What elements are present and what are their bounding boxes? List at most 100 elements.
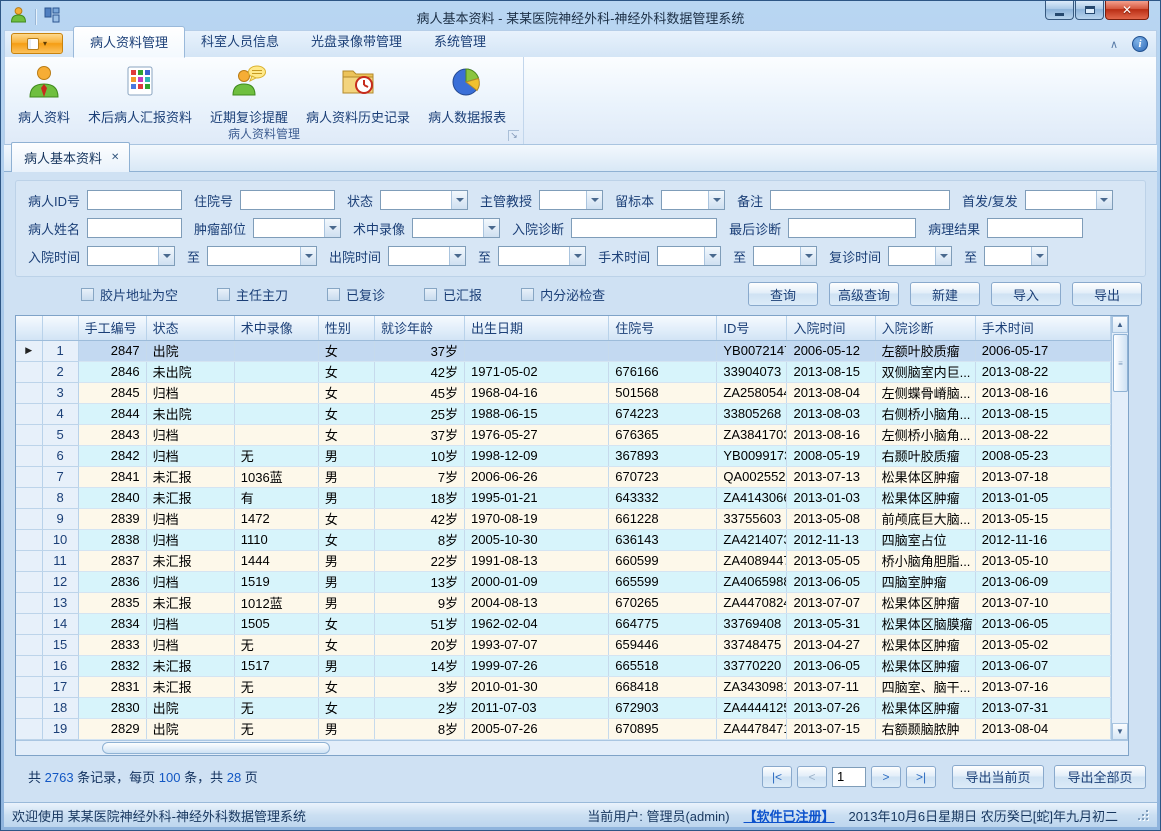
checkbox-1[interactable]: 胶片地址为空 bbox=[81, 285, 178, 304]
checkbox-3[interactable]: 已复诊 bbox=[327, 285, 385, 304]
checkbox-box[interactable] bbox=[424, 288, 437, 301]
column-header[interactable]: 就诊年龄 bbox=[374, 316, 464, 340]
prev-page-button[interactable]: < bbox=[797, 766, 827, 788]
filter-combo-2-3[interactable] bbox=[412, 218, 500, 238]
filter-input-2-6[interactable] bbox=[987, 218, 1083, 238]
checkbox-5[interactable]: 内分泌检查 bbox=[521, 285, 605, 304]
action-button-3[interactable]: 新建 bbox=[910, 282, 980, 306]
table-row[interactable]: 122836归档1519男13岁2000-01-09665599ZA406598… bbox=[16, 571, 1111, 592]
maximize-button[interactable] bbox=[1075, 1, 1104, 20]
column-header[interactable] bbox=[16, 316, 42, 340]
filter-combo-3-1[interactable] bbox=[87, 246, 175, 266]
filter-input-1-1[interactable] bbox=[87, 190, 182, 210]
vertical-scrollbar[interactable]: ▲ ≡ ▼ bbox=[1111, 316, 1128, 740]
combo-arrow-icon[interactable] bbox=[451, 191, 467, 209]
info-icon[interactable]: i bbox=[1132, 36, 1148, 52]
table-row[interactable]: ▶12847出院女37岁YB00721472006-05-12左额叶胶质瘤200… bbox=[16, 340, 1111, 361]
table-row[interactable]: 92839归档1472女42岁1970-08-19661228337556032… bbox=[16, 508, 1111, 529]
table-row[interactable]: 182830出院无女2岁2011-07-03672903ZA4444125201… bbox=[16, 697, 1111, 718]
checkbox-4[interactable]: 已汇报 bbox=[424, 285, 482, 304]
ribbon-collapse-icon[interactable]: ∧ bbox=[1110, 38, 1118, 51]
checkbox-box[interactable] bbox=[217, 288, 230, 301]
column-header[interactable]: 入院诊断 bbox=[875, 316, 975, 340]
filter-combo-3-5[interactable] bbox=[657, 246, 721, 266]
column-header[interactable]: 住院号 bbox=[609, 316, 717, 340]
action-button-4[interactable]: 导入 bbox=[991, 282, 1061, 306]
combo-arrow-icon[interactable] bbox=[158, 247, 174, 265]
next-page-button[interactable]: > bbox=[871, 766, 901, 788]
column-header[interactable]: 手术时间 bbox=[975, 316, 1110, 340]
table-row[interactable]: 112837未汇报1444男22岁1991-08-13660599ZA40894… bbox=[16, 550, 1111, 571]
last-page-button[interactable]: >| bbox=[906, 766, 936, 788]
column-header[interactable]: 术中录像 bbox=[234, 316, 318, 340]
first-page-button[interactable]: |< bbox=[762, 766, 792, 788]
ribbon-tab-3[interactable]: 光盘录像带管理 bbox=[295, 26, 418, 57]
resize-grip-icon[interactable] bbox=[1138, 810, 1149, 821]
table-row[interactable]: 172831未汇报无女3岁2010-01-30668418ZA343098120… bbox=[16, 676, 1111, 697]
filter-combo-1-7[interactable] bbox=[1025, 190, 1113, 210]
combo-arrow-icon[interactable] bbox=[586, 191, 602, 209]
table-row[interactable]: 152833归档无女20岁1993-07-0765944633748475201… bbox=[16, 634, 1111, 655]
registered-link[interactable]: 【软件已注册】 bbox=[744, 806, 835, 825]
ribbon-button-2[interactable]: 术后病人汇报资料 bbox=[79, 60, 201, 126]
ribbon-button-5[interactable]: 病人数据报表 bbox=[419, 60, 515, 126]
filter-combo-3-6[interactable] bbox=[753, 246, 817, 266]
table-row[interactable]: 132835未汇报1012蓝男9岁2004-08-13670265ZA44708… bbox=[16, 592, 1111, 613]
table-row[interactable]: 22846未出院女42岁1971-05-02676166339040732013… bbox=[16, 361, 1111, 382]
action-button-5[interactable]: 导出 bbox=[1072, 282, 1142, 306]
combo-arrow-icon[interactable] bbox=[1096, 191, 1112, 209]
table-row[interactable]: 102838归档1110女8岁2005-10-30636143ZA4214073… bbox=[16, 529, 1111, 550]
table-row[interactable]: 62842归档无男10岁1998-12-09367893YB0099173200… bbox=[16, 445, 1111, 466]
checkbox-box[interactable] bbox=[81, 288, 94, 301]
filter-input-2-1[interactable] bbox=[87, 218, 182, 238]
combo-arrow-icon[interactable] bbox=[569, 247, 585, 265]
combo-arrow-icon[interactable] bbox=[324, 219, 340, 237]
table-row[interactable]: 32845归档女45岁1968-04-16501568ZA25805442013… bbox=[16, 382, 1111, 403]
column-header[interactable]: 入院时间 bbox=[787, 316, 875, 340]
horizontal-scroll-thumb[interactable] bbox=[102, 742, 330, 754]
table-row[interactable]: 72841未汇报1036蓝男7岁2006-06-26670723QA002552… bbox=[16, 466, 1111, 487]
ribbon-tab-1[interactable]: 病人资料管理 bbox=[73, 26, 185, 58]
page-number-input[interactable] bbox=[832, 767, 866, 787]
column-header[interactable]: 性别 bbox=[318, 316, 374, 340]
action-button-1[interactable]: 查询 bbox=[748, 282, 818, 306]
table-row[interactable]: 82840未汇报有男18岁1995-01-21643332ZA414306620… bbox=[16, 487, 1111, 508]
ribbon-tab-4[interactable]: 系统管理 bbox=[418, 26, 502, 57]
ribbon-button-1[interactable]: 病人资料 bbox=[9, 60, 79, 126]
filter-input-2-5[interactable] bbox=[788, 218, 916, 238]
table-row[interactable]: 42844未出院女25岁1988-06-15674223338052682013… bbox=[16, 403, 1111, 424]
table-row[interactable]: 52843归档女37岁1976-05-27676365ZA38417032013… bbox=[16, 424, 1111, 445]
ribbon-button-4[interactable]: 病人资料历史记录 bbox=[297, 60, 419, 126]
minimize-button[interactable] bbox=[1045, 1, 1074, 20]
combo-arrow-icon[interactable] bbox=[708, 191, 724, 209]
combo-arrow-icon[interactable] bbox=[704, 247, 720, 265]
filter-combo-3-7[interactable] bbox=[888, 246, 952, 266]
vertical-scroll-thumb[interactable]: ≡ bbox=[1113, 334, 1128, 392]
filter-combo-1-3[interactable] bbox=[380, 190, 468, 210]
filter-combo-3-4[interactable] bbox=[498, 246, 586, 266]
combo-arrow-icon[interactable] bbox=[1031, 247, 1047, 265]
filter-combo-3-8[interactable] bbox=[984, 246, 1048, 266]
table-row[interactable]: 162832未汇报1517男14岁1999-07-266655183377022… bbox=[16, 655, 1111, 676]
filter-combo-2-2[interactable] bbox=[253, 218, 341, 238]
filter-combo-3-2[interactable] bbox=[207, 246, 317, 266]
table-row[interactable]: 192829出院无男8岁2005-07-26670895ZA4478471201… bbox=[16, 718, 1111, 739]
checkbox-2[interactable]: 主任主刀 bbox=[217, 285, 288, 304]
checkbox-box[interactable] bbox=[521, 288, 534, 301]
dialog-launcher-icon[interactable]: ↘ bbox=[508, 130, 519, 141]
scroll-up-icon[interactable]: ▲ bbox=[1112, 316, 1128, 333]
app-menu-button[interactable]: ▾ bbox=[11, 33, 63, 54]
combo-arrow-icon[interactable] bbox=[935, 247, 951, 265]
export-all-pages-button[interactable]: 导出全部页 bbox=[1054, 765, 1146, 789]
column-header[interactable] bbox=[42, 316, 78, 340]
column-header[interactable]: ID号 bbox=[717, 316, 787, 340]
filter-combo-3-3[interactable] bbox=[388, 246, 466, 266]
combo-arrow-icon[interactable] bbox=[300, 247, 316, 265]
combo-arrow-icon[interactable] bbox=[483, 219, 499, 237]
filter-combo-1-5[interactable] bbox=[661, 190, 725, 210]
export-current-page-button[interactable]: 导出当前页 bbox=[952, 765, 1044, 789]
scroll-down-icon[interactable]: ▼ bbox=[1112, 723, 1128, 740]
column-header[interactable]: 出生日期 bbox=[465, 316, 609, 340]
action-button-2[interactable]: 高级查询 bbox=[829, 282, 899, 306]
horizontal-scrollbar[interactable] bbox=[16, 740, 1128, 755]
